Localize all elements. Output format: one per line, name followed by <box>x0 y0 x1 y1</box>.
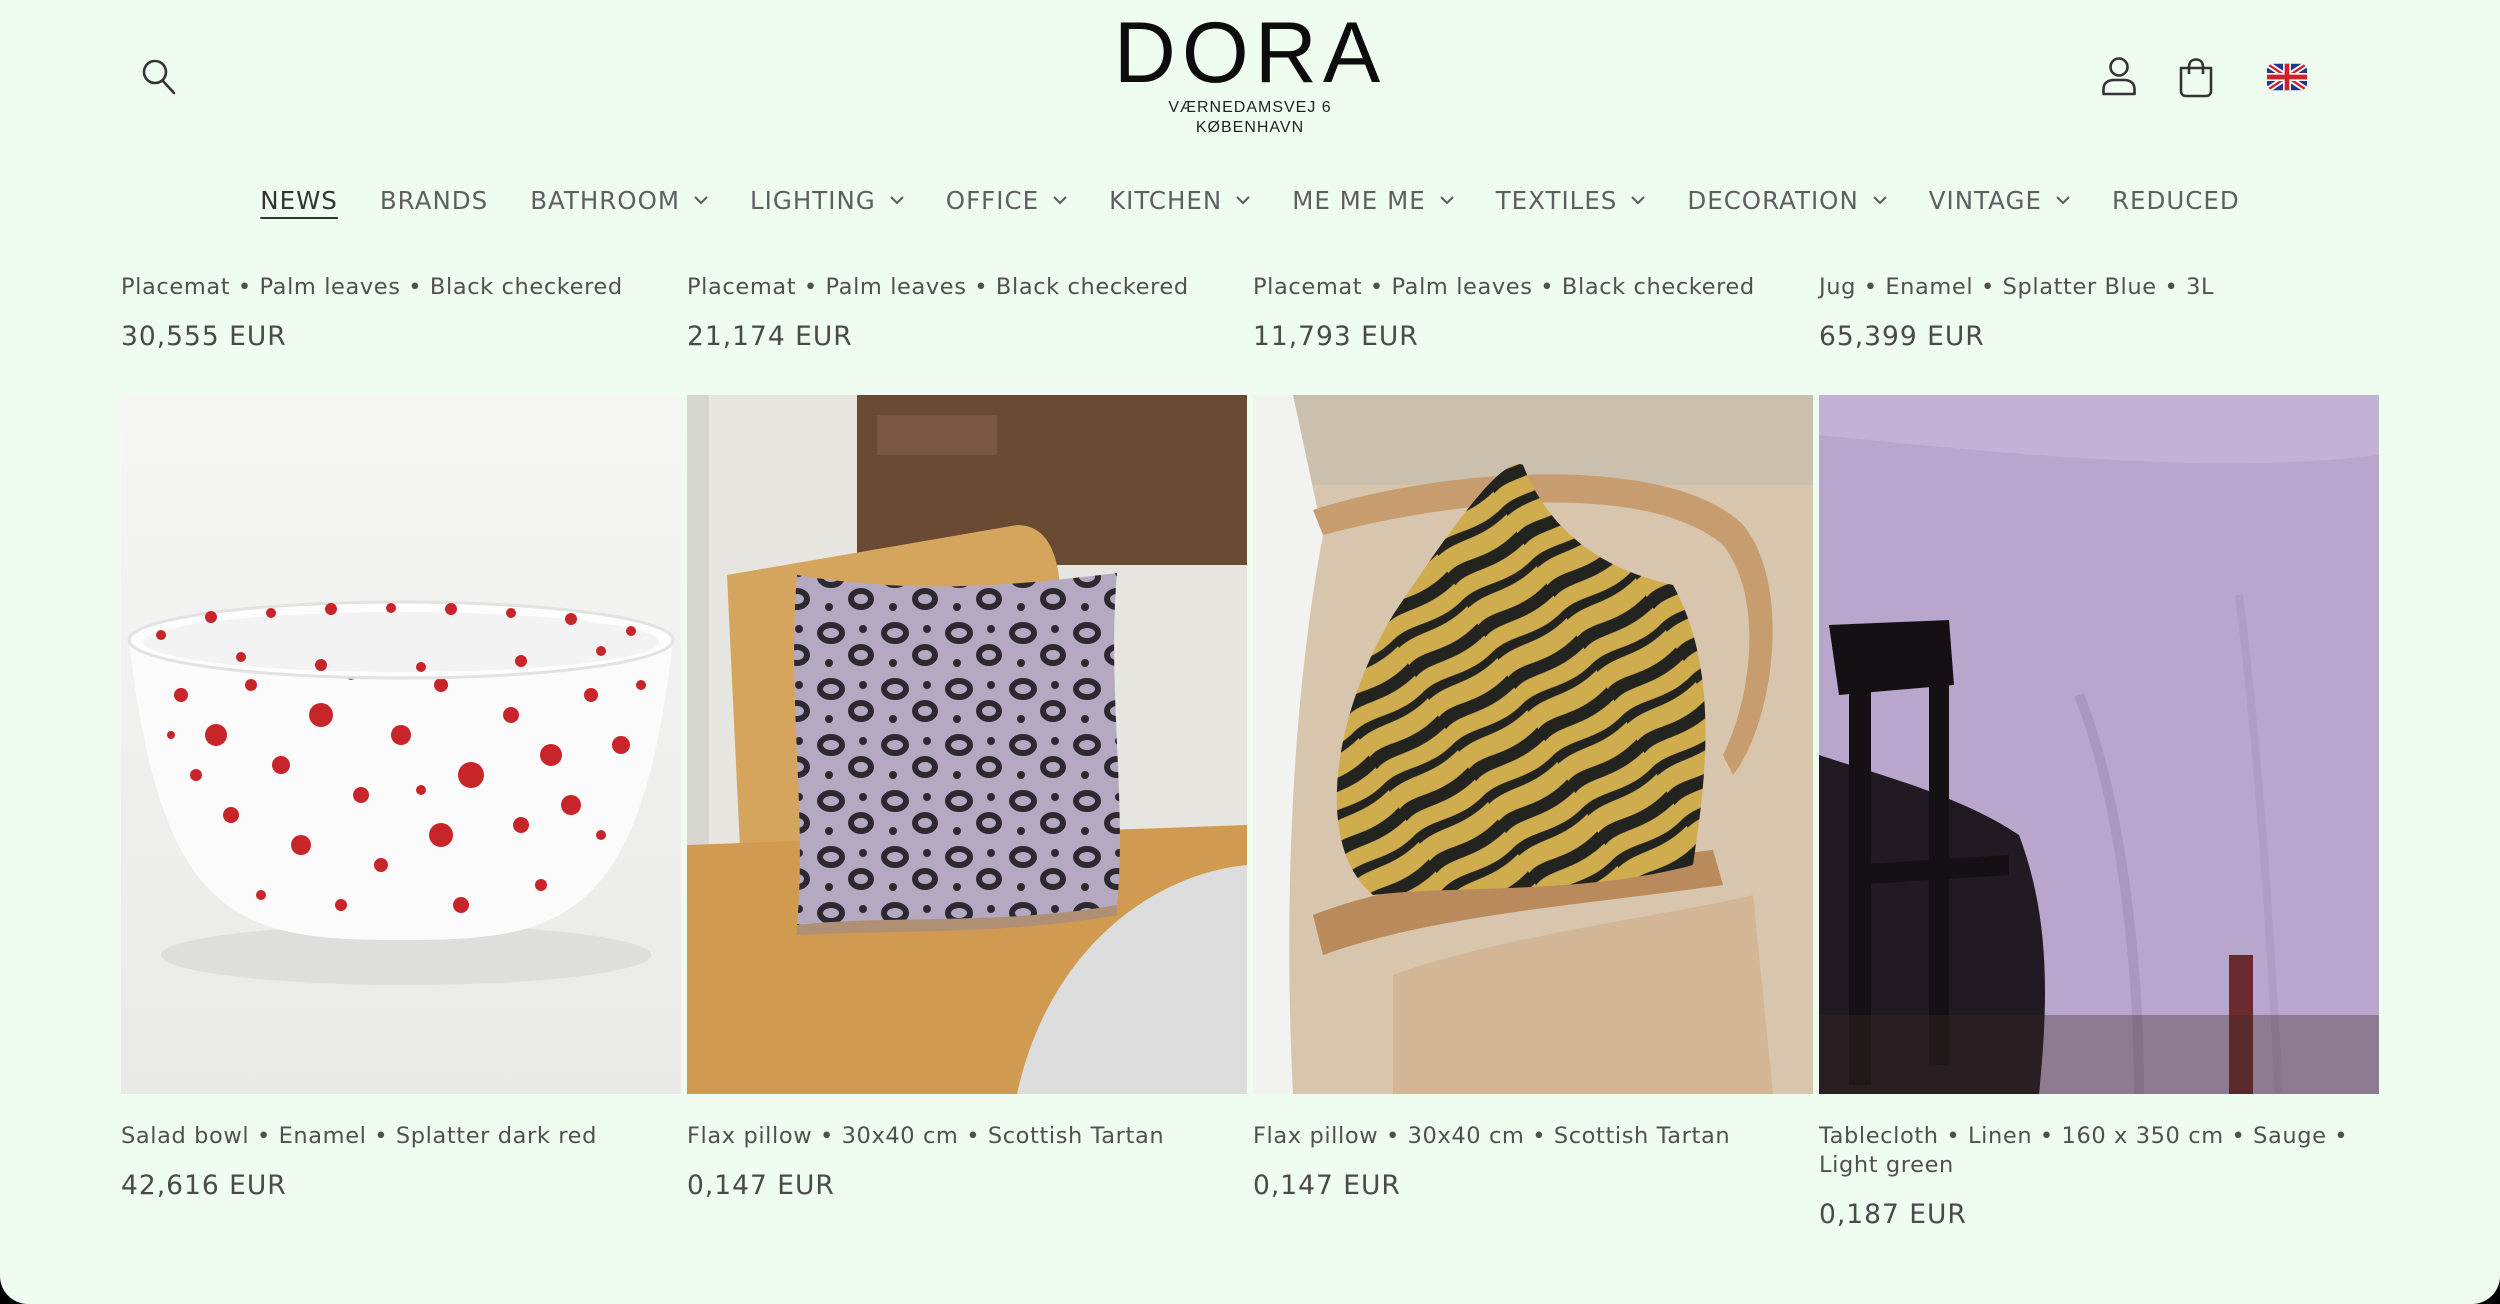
chevron-down-icon <box>890 196 904 205</box>
logo-address-city: KØBENHAVN <box>1195 119 1305 136</box>
search-icon <box>142 59 176 95</box>
nav-item-me-me-me[interactable]: ME ME ME <box>1292 186 1454 215</box>
nav-item-office[interactable]: OFFICE <box>946 186 1067 215</box>
nav-item-label: LIGHTING <box>750 186 876 215</box>
chevron-down-icon <box>1236 196 1250 205</box>
cart-button[interactable] <box>2168 50 2224 106</box>
product-price: 21,174 EUR <box>687 321 853 352</box>
product-image-leopard-pillow[interactable] <box>687 395 1247 1094</box>
nav-item-reduced[interactable]: REDUCED <box>2112 186 2240 215</box>
product-price: 30,555 EUR <box>121 321 287 352</box>
product-title[interactable]: Tablecloth • Linen • 160 x 350 cm • Saug… <box>1819 1122 2384 1180</box>
nav-item-label: NEWS <box>260 186 338 215</box>
chevron-down-icon <box>694 196 708 205</box>
nav-item-label: DECORATION <box>1687 186 1859 215</box>
product-title[interactable]: Flax pillow • 30x40 cm • Scottish Tartan <box>1253 1122 1813 1151</box>
product-price: 0,147 EUR <box>1253 1170 1401 1201</box>
nav-item-bathroom[interactable]: BATHROOM <box>530 186 708 215</box>
product-image-tablecloth[interactable] <box>1819 395 2379 1094</box>
product-image-salad-bowl[interactable] <box>121 395 681 1094</box>
nav-item-label: BATHROOM <box>530 186 680 215</box>
store-logo[interactable]: DORA VÆRNEDAMSVEJ 6 KØBENHAVN <box>1050 8 1450 138</box>
nav-item-lighting[interactable]: LIGHTING <box>750 186 904 215</box>
nav-item-label: BRANDS <box>379 186 489 215</box>
nav-item-label: TEXTILES <box>1495 186 1618 215</box>
nav-item-label: ME ME ME <box>1292 186 1426 215</box>
chevron-down-icon <box>2056 196 2070 205</box>
nav-item-brands[interactable]: BRANDS <box>380 186 488 215</box>
logo-address-street: VÆRNEDAMSVEJ 6 <box>1168 99 1332 116</box>
chevron-down-icon <box>1053 196 1067 205</box>
chevron-down-icon <box>1631 196 1646 205</box>
product-title[interactable]: Salad bowl • Enamel • Splatter dark red <box>121 1122 681 1151</box>
user-icon <box>2102 57 2136 96</box>
uk-flag-icon <box>2267 63 2307 91</box>
nav-item-textiles[interactable]: TEXTILES <box>1496 186 1646 215</box>
product-price: 0,187 EUR <box>1819 1199 1967 1230</box>
product-price: 65,399 EUR <box>1819 321 1985 352</box>
product-image-tiger-pillow[interactable] <box>1253 395 1813 1094</box>
product-price: 11,793 EUR <box>1253 321 1419 352</box>
search-button[interactable] <box>134 52 184 102</box>
language-selector[interactable] <box>2266 62 2308 92</box>
logo-wordmark: DORA <box>1113 5 1387 101</box>
product-title[interactable]: Placemat • Palm leaves • Black checkered <box>1253 273 1755 302</box>
chevron-down-icon <box>1439 196 1454 205</box>
nav-item-label: OFFICE <box>945 186 1040 215</box>
nav-item-label: VINTAGE <box>1928 186 2042 215</box>
product-title[interactable]: Placemat • Palm leaves • Black checkered <box>121 273 623 302</box>
product-title[interactable]: Jug • Enamel • Splatter Blue • 3L <box>1819 273 2214 302</box>
product-price: 42,616 EUR <box>121 1170 287 1201</box>
product-title[interactable]: Placemat • Palm leaves • Black checkered <box>687 273 1189 302</box>
site-header: DORA VÆRNEDAMSVEJ 6 KØBENHAVN NEWS BRAND… <box>0 0 2500 215</box>
product-title[interactable]: Flax pillow • 30x40 cm • Scottish Tartan <box>687 1122 1247 1151</box>
nav-item-label: REDUCED <box>2111 186 2240 215</box>
product-price: 0,147 EUR <box>687 1170 835 1201</box>
nav-item-news[interactable]: NEWS <box>260 186 338 215</box>
nav-item-label: KITCHEN <box>1109 186 1223 215</box>
main-navigation: NEWS BRANDS BATHROOM LIGHTING OFFICE KIT… <box>0 186 2500 215</box>
nav-item-kitchen[interactable]: KITCHEN <box>1109 186 1250 215</box>
bag-icon <box>2179 58 2213 98</box>
chevron-down-icon <box>1873 196 1887 205</box>
account-button[interactable] <box>2093 50 2145 102</box>
page: DORA VÆRNEDAMSVEJ 6 KØBENHAVN NEWS BRAND… <box>0 0 2500 1304</box>
nav-item-vintage[interactable]: VINTAGE <box>1929 186 2070 215</box>
nav-item-decoration[interactable]: DECORATION <box>1687 186 1887 215</box>
